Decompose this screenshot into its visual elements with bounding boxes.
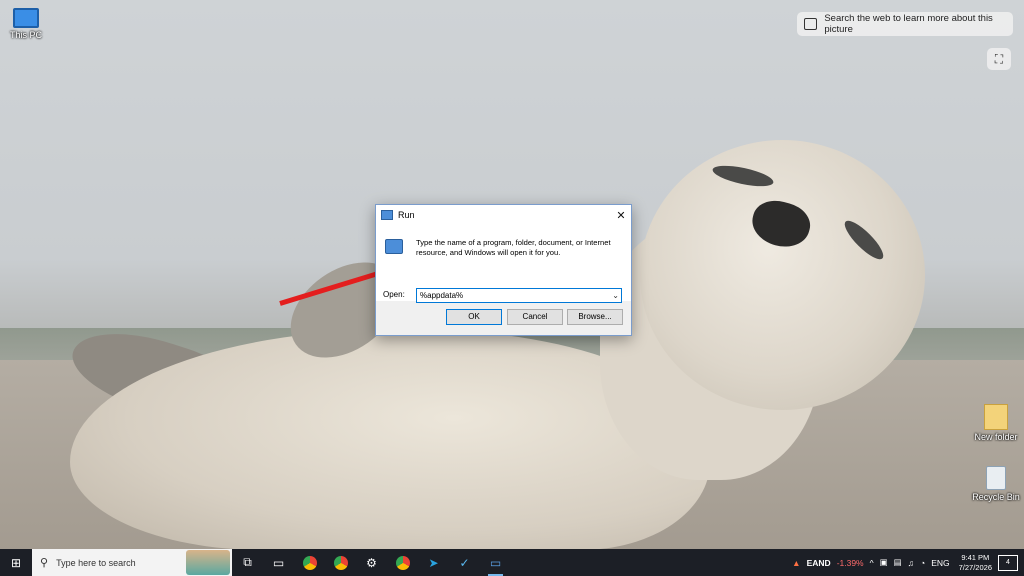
- folder-icon: [984, 404, 1008, 430]
- meet-now-icon[interactable]: ▣: [880, 557, 888, 568]
- chrome-icon: [302, 555, 317, 570]
- visual-search-label: Search the web to learn more about this …: [824, 13, 993, 35]
- show-hidden-icons-icon[interactable]: ^: [870, 558, 874, 568]
- clock-time: 9:41 PM: [961, 552, 990, 562]
- telegram-icon: ➤: [428, 555, 439, 570]
- desktop-icon-label: Recycle Bin: [972, 492, 1020, 502]
- desktop-icon-recycle-bin[interactable]: Recycle Bin: [966, 466, 1024, 502]
- run-icon: ▭: [489, 555, 502, 570]
- windows-icon: ⊞: [10, 555, 22, 570]
- ok-button[interactable]: OK: [446, 309, 502, 325]
- run-taskbar-button[interactable]: ▭: [480, 549, 511, 576]
- open-input-value[interactable]: %appdata%: [417, 291, 463, 300]
- settings-button[interactable]: ⚙: [356, 549, 387, 576]
- desktop-icon-label: New folder: [974, 432, 1018, 442]
- gear-icon: ⚙: [366, 555, 377, 570]
- task-view-icon: ⧉: [243, 555, 252, 569]
- ticker-name[interactable]: EAND: [807, 558, 831, 568]
- run-description: Type the name of a program, folder, docu…: [416, 238, 611, 257]
- task-view-button[interactable]: ⧉: [232, 549, 263, 576]
- chrome-icon: [333, 555, 348, 570]
- chrome-icon: [395, 555, 410, 570]
- wifi-icon[interactable]: ◔: [920, 558, 925, 568]
- v-app-icon: ✓: [459, 555, 470, 570]
- browse-button[interactable]: Browse...: [567, 309, 623, 325]
- cancel-button[interactable]: Cancel: [507, 309, 563, 325]
- visual-search-prompt[interactable]: Search the web to learn more about this …: [797, 12, 1013, 36]
- app-v-button[interactable]: ✓: [449, 549, 480, 576]
- clock-date: 7/27/2026: [958, 562, 992, 572]
- telegram-button[interactable]: ➤: [418, 549, 449, 576]
- stock-arrow-icon: ▲: [792, 557, 801, 568]
- open-label: Open:: [383, 290, 405, 299]
- chrome-profile-2-button[interactable]: [325, 549, 356, 576]
- desktop-icon-label: This PC: [9, 30, 42, 40]
- run-body: Type the name of a program, folder, docu…: [376, 225, 631, 303]
- recycle-bin-icon: [986, 466, 1006, 490]
- run-app-icon: [381, 210, 393, 220]
- chrome-profile-3-button[interactable]: [387, 549, 418, 576]
- ticker-change[interactable]: -1.39%: [837, 558, 864, 568]
- desktop-icon-new-folder[interactable]: New folder: [966, 404, 1024, 442]
- search-icon: ⚲: [40, 557, 49, 569]
- run-title: Run: [398, 210, 415, 220]
- visual-search-button[interactable]: ⛶: [987, 48, 1011, 70]
- image-search-icon: [804, 18, 818, 30]
- seal-head: [640, 140, 925, 410]
- language-indicator[interactable]: ENG: [931, 558, 949, 568]
- system-tray: ▲ EAND -1.39% ^ ▣ ▤ ♫ ◔ ENG 9:41 PM 7/27…: [789, 549, 1024, 576]
- file-explorer-icon: ▭: [272, 555, 285, 570]
- close-icon[interactable]: ✕: [611, 209, 631, 222]
- run-program-icon: [385, 239, 403, 254]
- file-explorer-button[interactable]: ▭: [263, 549, 294, 576]
- chrome-button[interactable]: [294, 549, 325, 576]
- search-highlight-image: [186, 550, 230, 575]
- run-footer: OK Cancel Browse...: [376, 301, 631, 335]
- computer-icon: [13, 8, 39, 28]
- run-titlebar[interactable]: Run ✕: [376, 205, 631, 225]
- volume-icon[interactable]: ♫: [908, 558, 914, 568]
- battery-icon[interactable]: ▤: [894, 557, 902, 568]
- run-dialog: Run ✕ Type the name of a program, folder…: [375, 204, 632, 336]
- desktop-icon-this-pc[interactable]: This PC: [0, 8, 56, 40]
- taskbar: ⊞ ⚲ Type here to search ⧉ ▭ ⚙ ➤ ✓ ▭ ▲ EA…: [0, 549, 1024, 576]
- search-placeholder: Type here to search: [56, 557, 136, 568]
- taskbar-search[interactable]: ⚲ Type here to search: [32, 549, 232, 576]
- scan-icon: ⛶: [994, 51, 1004, 66]
- notification-center-button[interactable]: 4: [998, 554, 1018, 571]
- start-button[interactable]: ⊞: [0, 549, 32, 576]
- clock[interactable]: 9:41 PM 7/27/2026: [959, 553, 992, 573]
